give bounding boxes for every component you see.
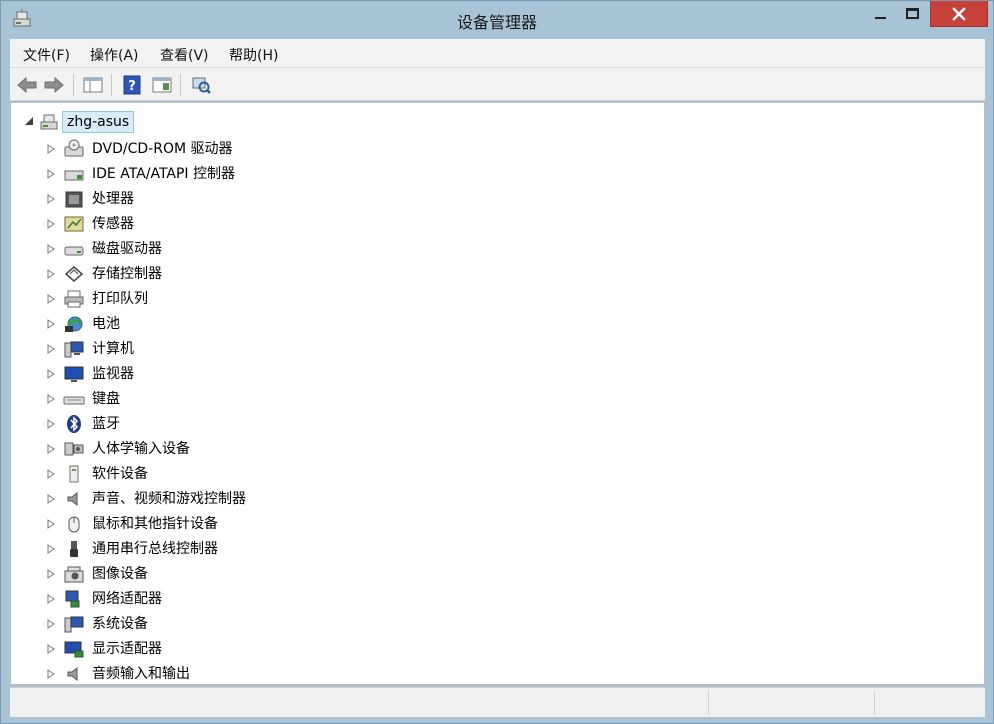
status-panel (708, 691, 874, 715)
battery-icon (65, 316, 83, 332)
collapsed-arrow-icon[interactable] (47, 144, 55, 154)
hid-icon (64, 442, 84, 456)
mouse-icon (68, 516, 80, 533)
menu-view[interactable]: 查看(V) (160, 45, 209, 65)
tree-node-label[interactable]: IDE ATA/ATAPI 控制器 (92, 164, 235, 184)
speaker-icon (67, 491, 78, 507)
tree-node-label[interactable]: 系统设备 (92, 614, 148, 634)
tree-node-label[interactable]: 磁盘驱动器 (92, 239, 162, 259)
collapsed-arrow-icon[interactable] (47, 369, 55, 379)
close-icon (952, 6, 966, 21)
collapsed-arrow-icon[interactable] (47, 569, 55, 579)
collapsed-arrow-icon[interactable] (47, 219, 55, 229)
collapsed-arrow-icon[interactable] (47, 269, 55, 279)
minimize-button[interactable] (865, 1, 895, 27)
ide-controller-icon (64, 170, 84, 181)
collapsed-arrow-icon[interactable] (47, 494, 55, 504)
tree-node-label[interactable]: 网络适配器 (92, 589, 162, 609)
maximize-icon (905, 7, 919, 19)
audio-io-icon (67, 666, 78, 682)
collapsed-arrow-icon[interactable] (47, 469, 55, 479)
expanded-arrow-icon[interactable] (24, 116, 34, 126)
menu-help[interactable]: 帮助(H) (229, 45, 278, 65)
collapsed-arrow-icon[interactable] (47, 594, 55, 604)
forward-arrow-icon[interactable] (43, 74, 65, 96)
system-device-icon (64, 616, 84, 633)
properties-icon[interactable] (151, 74, 173, 96)
menu-file[interactable]: 文件(F) (23, 45, 70, 65)
minimize-icon (874, 17, 886, 19)
scan-hardware-icon[interactable] (190, 74, 212, 96)
title-bar[interactable]: 设备管理器 (1, 1, 993, 39)
tree-node-label[interactable]: 监视器 (92, 364, 134, 384)
processor-icon (65, 191, 83, 208)
menu-bar: 文件(F) 操作(A) 查看(V) 帮助(H) (10, 39, 985, 68)
bluetooth-icon (67, 415, 81, 433)
collapsed-arrow-icon[interactable] (47, 419, 55, 429)
tree-node-label[interactable]: 蓝牙 (92, 414, 120, 434)
printer-icon (64, 290, 84, 308)
collapsed-arrow-icon[interactable] (47, 169, 55, 179)
software-device-icon (69, 465, 79, 483)
computer-network-icon (40, 114, 58, 130)
collapsed-arrow-icon[interactable] (47, 544, 55, 554)
tree-node-label[interactable]: 传感器 (92, 214, 134, 234)
maximize-button[interactable] (897, 1, 927, 27)
tree-node-label[interactable]: 电池 (92, 314, 120, 334)
collapsed-arrow-icon[interactable] (47, 294, 55, 304)
close-button[interactable] (930, 1, 988, 27)
tree-node-label[interactable]: 存储控制器 (92, 264, 162, 284)
tree-node-label[interactable]: 软件设备 (92, 464, 148, 484)
tree-node-label[interactable]: DVD/CD-ROM 驱动器 (92, 139, 233, 159)
collapsed-arrow-icon[interactable] (47, 244, 55, 254)
collapsed-arrow-icon[interactable] (47, 444, 55, 454)
tree-node-label[interactable]: 鼠标和其他指针设备 (92, 514, 218, 534)
tree-node-label[interactable]: 打印队列 (92, 289, 148, 309)
tree-node-label[interactable]: 声音、视频和游戏控制器 (92, 489, 246, 509)
collapsed-arrow-icon[interactable] (47, 619, 55, 629)
storage-controller-icon (64, 266, 84, 282)
tree-node-label[interactable]: 键盘 (92, 389, 120, 409)
disk-drive-icon (64, 246, 84, 256)
menu-action[interactable]: 操作(A) (90, 45, 139, 65)
collapsed-arrow-icon[interactable] (47, 194, 55, 204)
device-tree: zhg-asus DVD/CD-ROM 驱动器 IDE ATA/ATAPI 控制器… (10, 102, 985, 685)
toolbar: ? (10, 68, 985, 101)
sensor-icon (64, 216, 84, 232)
tree-node-label[interactable]: 通用串行总线控制器 (92, 539, 218, 559)
collapsed-arrow-icon[interactable] (47, 319, 55, 329)
network-adapter-icon (65, 590, 80, 608)
collapsed-arrow-icon[interactable] (47, 344, 55, 354)
help-icon[interactable]: ? (121, 74, 143, 96)
tree-root-label[interactable]: zhg-asus (62, 111, 135, 133)
toolbar-separator (73, 74, 74, 96)
toolbar-separator (180, 74, 181, 96)
tree-node-label[interactable]: 处理器 (92, 189, 134, 209)
collapsed-arrow-icon[interactable] (47, 669, 55, 679)
display-adapter-icon (64, 641, 84, 658)
tree-node-label[interactable]: 计算机 (92, 339, 134, 359)
window-title: 设备管理器 (456, 13, 537, 32)
svg-text:?: ? (128, 79, 136, 94)
collapsed-arrow-icon[interactable] (47, 394, 55, 404)
back-arrow-icon[interactable] (16, 74, 38, 96)
keyboard-icon (63, 396, 85, 405)
device-manager-window: 设备管理器 文件(F) 操作(A) 查看(V) 帮助(H) ? zhg-asus… (0, 0, 994, 724)
dvd-drive-icon (64, 139, 84, 157)
status-bar (10, 687, 985, 717)
collapsed-arrow-icon[interactable] (47, 519, 55, 529)
show-hide-console-tree-icon[interactable] (82, 74, 104, 96)
toolbar-separator (111, 74, 112, 96)
monitor-icon (64, 366, 84, 382)
camera-icon (64, 566, 84, 583)
collapsed-arrow-icon[interactable] (47, 644, 55, 654)
status-panel (874, 691, 984, 715)
tree-node-label[interactable]: 显示适配器 (92, 639, 162, 659)
tree-node-label[interactable]: 图像设备 (92, 564, 148, 584)
computer-icon (64, 341, 84, 358)
tree-node-label[interactable]: 人体学输入设备 (92, 439, 190, 459)
tree-node-label[interactable]: 音频输入和输出 (92, 664, 190, 684)
usb-icon (70, 541, 78, 557)
